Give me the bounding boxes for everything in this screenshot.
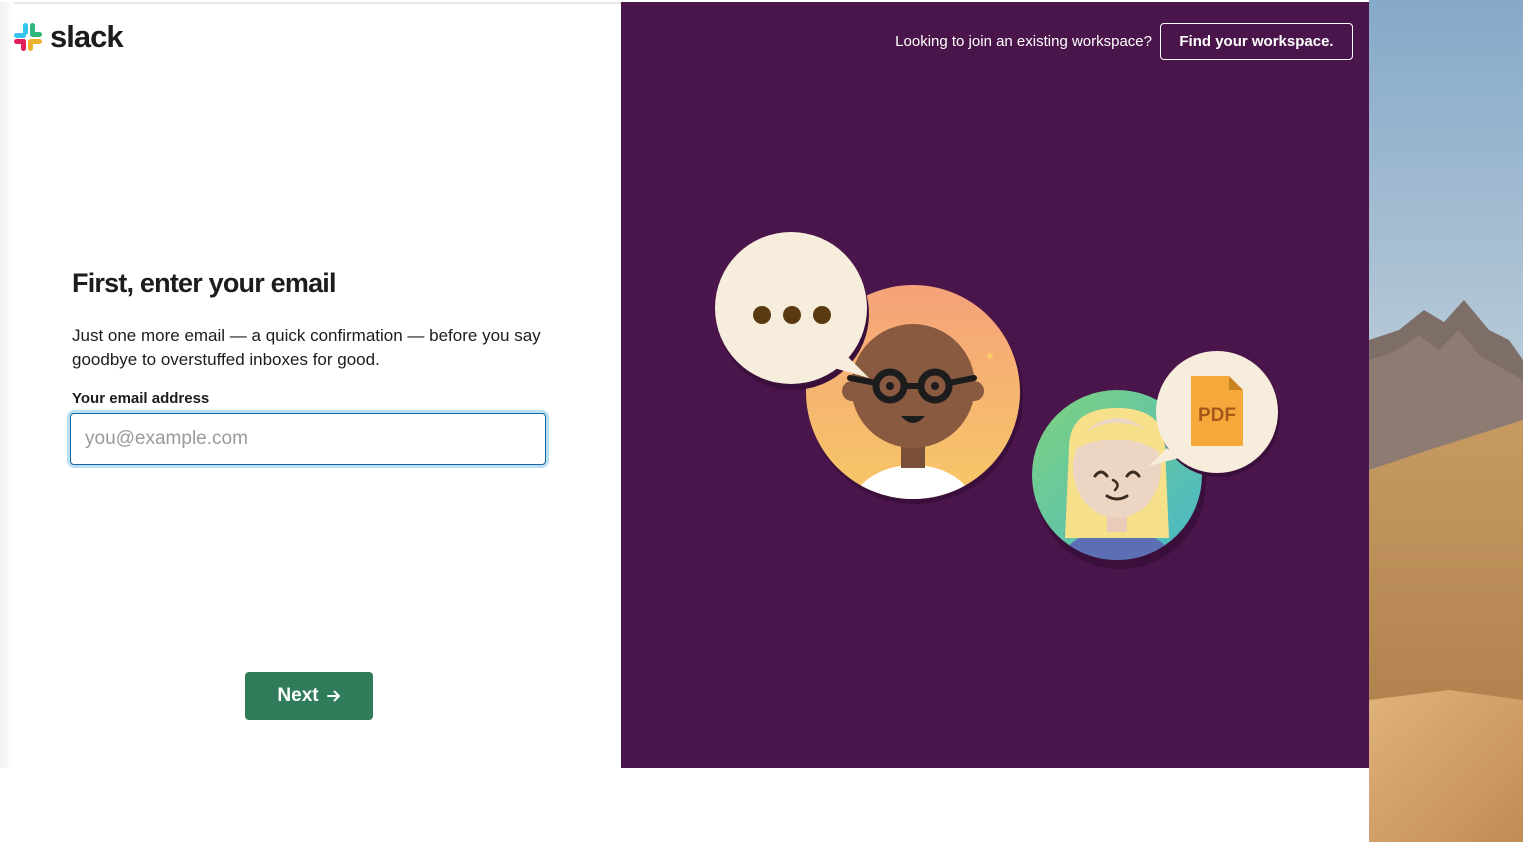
arrow-right-icon bbox=[326, 690, 340, 702]
next-button-label: Next bbox=[277, 685, 319, 706]
logo-wordmark: slack bbox=[50, 19, 124, 54]
signup-description: Just one more email — a quick confirmati… bbox=[72, 326, 541, 369]
app-window: slack First, enter your email Just one m… bbox=[0, 2, 1369, 768]
find-workspace-button[interactable]: Find your workspace. bbox=[1160, 23, 1353, 60]
slack-mark-icon bbox=[14, 23, 42, 51]
page-title: First, enter your email bbox=[72, 268, 337, 298]
desktop-wallpaper bbox=[1369, 0, 1523, 842]
join-workspace-prompt: Looking to join an existing workspace? bbox=[895, 33, 1152, 50]
email-field[interactable] bbox=[70, 413, 546, 465]
desktop-area bbox=[0, 768, 1369, 842]
email-field-label: Your email address bbox=[72, 390, 210, 407]
signup-pane: slack First, enter your email Just one m… bbox=[0, 2, 621, 768]
slack-logo: slack bbox=[12, 19, 124, 54]
pdf-badge: PDF bbox=[1198, 405, 1236, 426]
file-bubble: PDF bbox=[1149, 351, 1280, 477]
top-divider bbox=[0, 2, 621, 4]
sparkle-icon bbox=[987, 353, 993, 359]
collaboration-illustration: PDF bbox=[715, 232, 1280, 569]
typing-bubble bbox=[715, 232, 869, 390]
next-button[interactable]: Next bbox=[245, 672, 373, 720]
window-edge-shadow bbox=[0, 2, 14, 768]
promo-pane: Looking to join an existing workspace? F… bbox=[621, 2, 1369, 768]
